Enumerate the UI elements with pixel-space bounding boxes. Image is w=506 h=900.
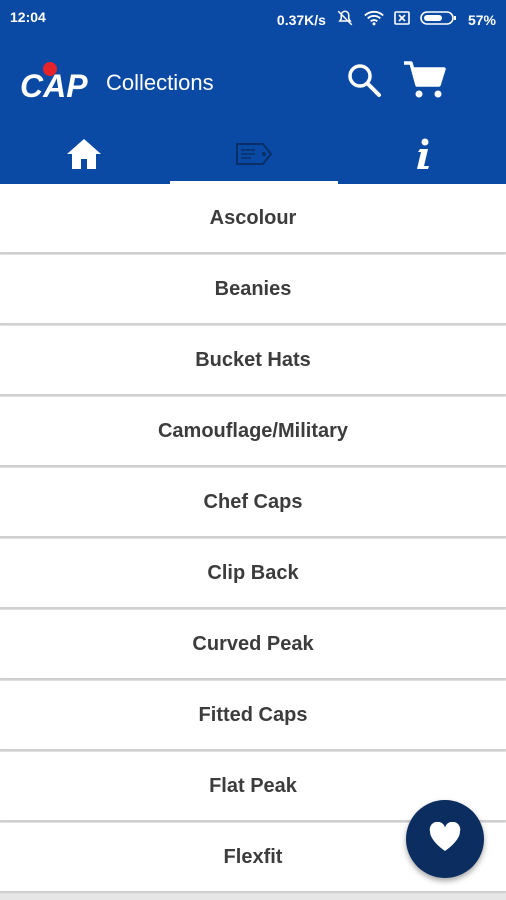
page-title: Collections (106, 70, 214, 95)
search-icon[interactable] (346, 62, 382, 98)
collection-item[interactable]: Bucket Hats (0, 326, 506, 395)
collection-item[interactable]: Clip Back (0, 539, 506, 608)
wifi-icon (364, 10, 384, 29)
collections-list: Ascolour Beanies Bucket Hats Camouflage/Mil… (0, 184, 506, 894)
sim-icon (394, 10, 410, 29)
status-right: 0.37K/s 57% (277, 9, 496, 30)
heart-icon (429, 821, 461, 857)
tab-bar (0, 128, 506, 184)
network-speed: 0.37K/s (276, 11, 326, 28)
status-bar: 12:04 0.37K/s 57% (0, 0, 506, 36)
tag-icon (235, 141, 273, 172)
collection-item[interactable]: Camouflage/Military (0, 397, 506, 466)
tab-collections[interactable] (170, 128, 338, 184)
svg-text:CAP: CAP (20, 68, 88, 101)
collection-item[interactable]: Beanies (0, 255, 506, 324)
collection-item[interactable]: Chef Caps (0, 468, 506, 537)
home-icon (65, 137, 103, 176)
collection-item[interactable]: Curved Peak (0, 610, 506, 679)
info-icon (412, 138, 432, 175)
tab-home[interactable] (0, 128, 168, 184)
tab-info[interactable] (338, 128, 506, 184)
cap-logo: CAP (20, 61, 94, 104)
battery-percent: 57% (467, 11, 496, 28)
collection-item[interactable]: Ascolour (0, 184, 506, 253)
favorites-button[interactable] (406, 800, 484, 878)
collection-item[interactable]: Fitted Caps (0, 681, 506, 750)
battery-icon (420, 10, 458, 29)
app-bar: CAP Collections (0, 36, 506, 184)
mute-icon (336, 9, 354, 30)
cart-icon[interactable] (402, 60, 446, 100)
status-time: 12:04 (10, 9, 46, 25)
